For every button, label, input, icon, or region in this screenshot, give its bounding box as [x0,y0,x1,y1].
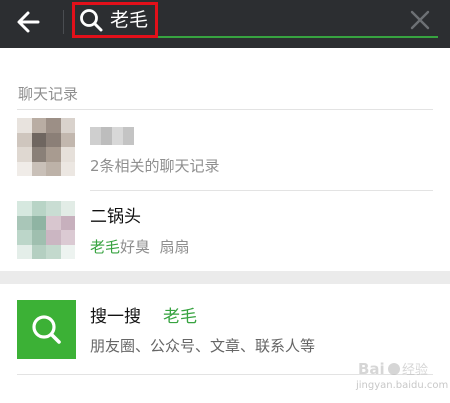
search-one-search-term: 老毛 [163,307,197,327]
section-separator [0,271,450,284]
clear-search-button[interactable] [406,6,434,34]
baidu-jingyan-watermark: Bai 经验 jingyan.baidu.com [356,358,449,398]
blurred-contact-name [90,127,134,145]
chat-result-subtitle: 老毛好臭 扇扇 [90,237,190,257]
close-icon [410,10,430,30]
section-title-chat-records: 聊天记录 [18,85,79,103]
search-one-search-subtitle: 朋友圈、公众号、文章、联系人等 [90,337,316,355]
magnifier-icon [32,315,61,344]
search-one-search-icon-box [17,300,76,359]
arrow-left-icon [17,11,40,33]
chat-result-row[interactable] [0,191,450,269]
search-header: 老毛 [0,0,450,48]
chat-result-row[interactable] [0,110,450,190]
svg-text:经验: 经验 [402,362,428,378]
svg-text:Bai: Bai [358,360,385,378]
back-button[interactable] [10,6,50,38]
message-snippet: 好臭 扇扇 [120,238,190,256]
blurred-avatar [17,201,75,259]
watermark-url: jingyan.baidu.com [356,380,449,391]
annotation-highlight-box [72,2,158,38]
matched-keyword: 老毛 [90,238,121,256]
chat-result-name: 二锅头 [90,207,141,227]
baidu-logo-icon: Bai 经验 [358,360,428,378]
blurred-avatar [17,118,75,176]
search-one-search-label: 搜一搜 [90,307,141,327]
chat-result-subtitle: 2条相关的聊天记录 [90,157,220,175]
header-divider [63,10,64,34]
